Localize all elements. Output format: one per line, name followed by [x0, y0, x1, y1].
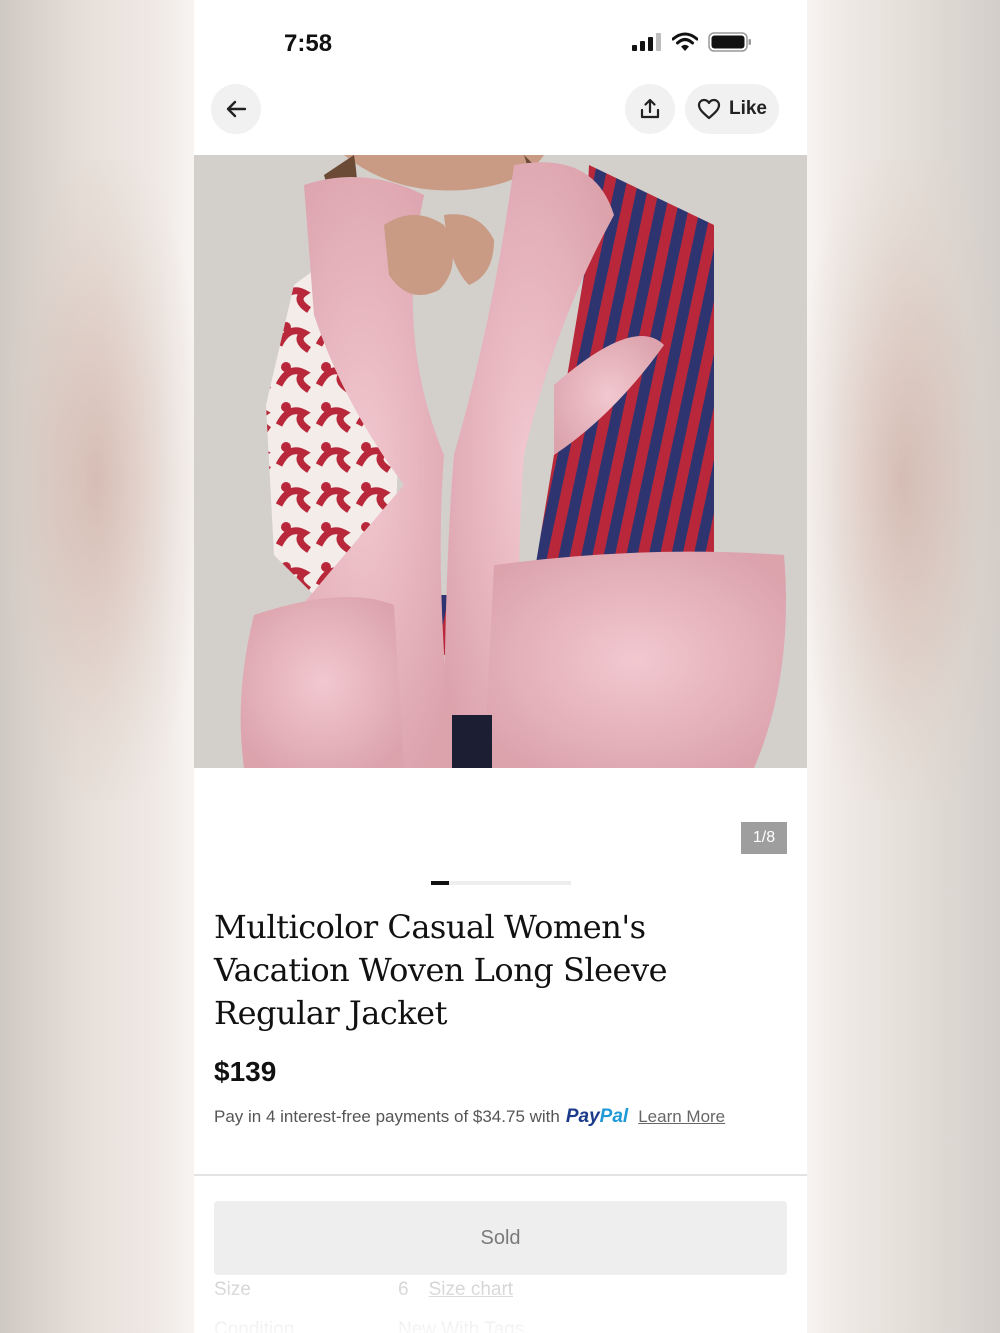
size-value: 6: [398, 1279, 409, 1300]
background-blur-right: [806, 160, 1000, 800]
share-icon: [640, 98, 660, 119]
status-bar: 7:58: [194, 0, 807, 80]
like-label: Like: [728, 98, 768, 119]
size-label: Size: [214, 1279, 251, 1300]
detail-row-size: Size 6 Size chart: [214, 1270, 787, 1310]
background-blur-left: [0, 160, 194, 800]
status-time: 7:58: [284, 30, 333, 57]
share-button[interactable]: [625, 84, 675, 134]
product-price: $139: [214, 1056, 277, 1087]
like-button[interactable]: Like: [685, 84, 779, 134]
image-counter: 1/8: [741, 822, 787, 854]
phone-screen: 7:58 Like 1/8 Multicolor Casual Women's …: [194, 0, 807, 1333]
payment-text: Pay in 4 interest-free payments of $34.7…: [214, 1107, 560, 1126]
battery-icon: [708, 32, 751, 52]
learn-more-link[interactable]: Learn More: [638, 1107, 725, 1127]
size-chart-link[interactable]: Size chart: [429, 1279, 513, 1301]
product-details: Size 6 Size chart Condition New With Tag…: [214, 1270, 787, 1333]
sold-button[interactable]: Sold: [214, 1201, 787, 1275]
product-image[interactable]: [194, 155, 807, 768]
condition-label: Condition: [214, 1319, 295, 1333]
arrow-left-icon: [226, 100, 247, 118]
condition-value: New With Tags: [398, 1319, 525, 1333]
section-divider: [194, 1174, 807, 1176]
detail-row-condition: Condition New With Tags: [214, 1310, 787, 1333]
gallery-pager-active: [431, 881, 449, 885]
gallery-pager[interactable]: [431, 881, 571, 885]
back-button[interactable]: [211, 84, 261, 134]
cellular-signal-icon: [632, 33, 661, 51]
paypal-installments: Pay in 4 interest-free payments of $34.7…: [214, 1106, 725, 1128]
product-title: Multicolor Casual Women's Vacation Woven…: [214, 908, 668, 1032]
heart-icon: [697, 98, 721, 120]
paypal-logo: PayPal: [565, 1106, 629, 1127]
status-icons: [632, 32, 752, 52]
product-photo: [194, 155, 807, 768]
wifi-icon: [672, 32, 698, 51]
